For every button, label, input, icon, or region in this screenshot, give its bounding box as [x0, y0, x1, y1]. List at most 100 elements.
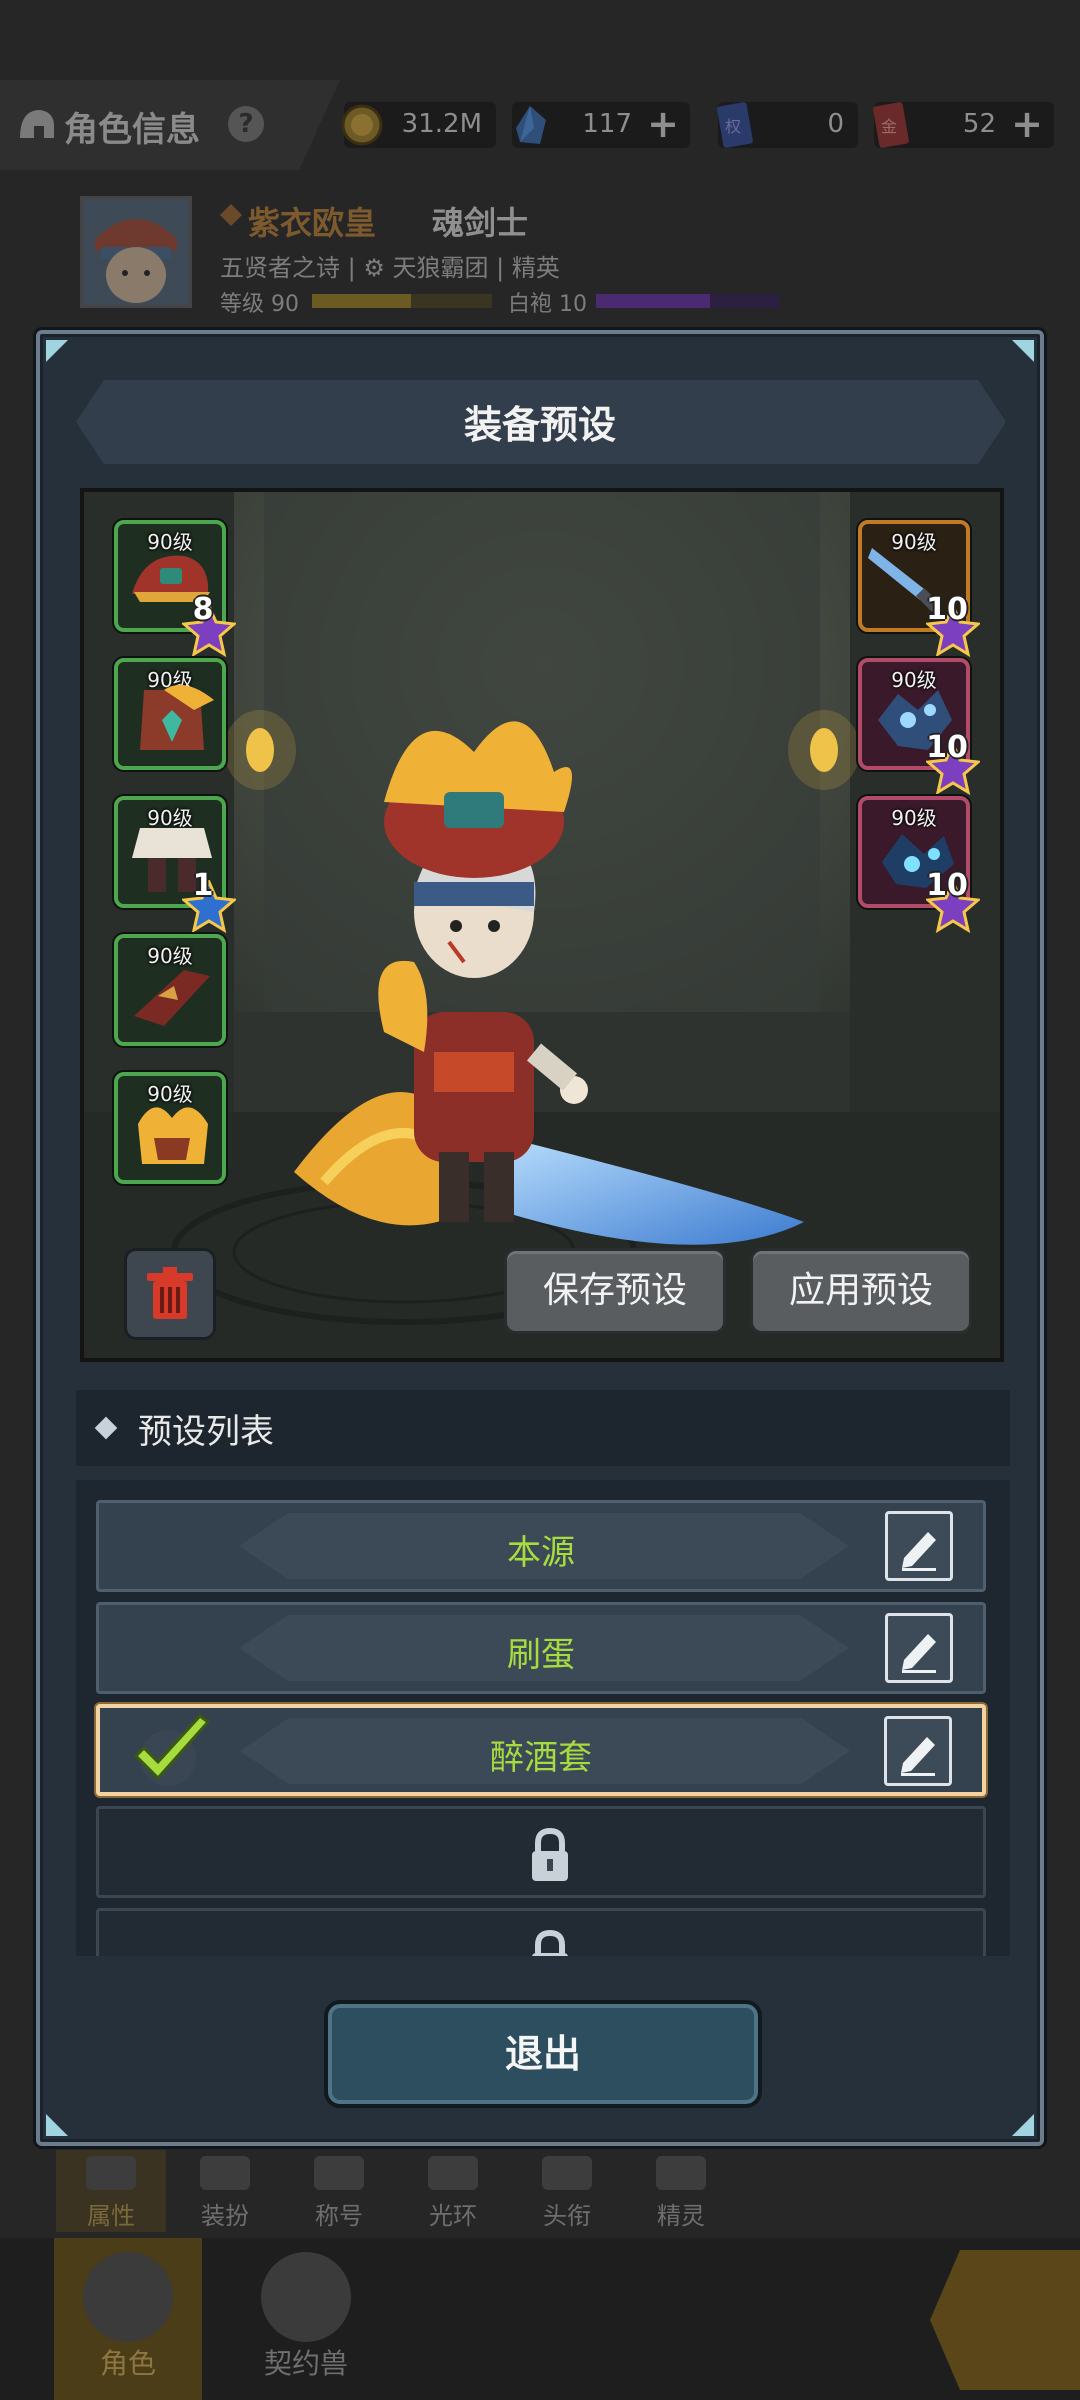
resource-ticket-red: 金 52 +	[873, 102, 1054, 148]
edit-preset-button[interactable]	[884, 1716, 952, 1786]
character-name: 紫衣欧皇	[248, 204, 377, 242]
wings-icon	[542, 2156, 592, 2190]
enhance-badge: 10	[920, 724, 980, 796]
lock-icon	[532, 1827, 568, 1881]
preset-row-locked[interactable]	[96, 1908, 986, 1956]
preset-row-locked[interactable]	[96, 1806, 986, 1898]
rank-bar	[596, 294, 780, 308]
level-label: 等级 90	[220, 292, 299, 317]
helmet-icon	[20, 110, 54, 138]
equipment-slot-accessory-1[interactable]: 90级 10	[858, 658, 980, 796]
preset-name: 刷蛋	[507, 1635, 575, 1675]
ticket-red-icon: 金	[873, 102, 909, 148]
edit-preset-button[interactable]	[885, 1613, 953, 1683]
boots-icon	[138, 1107, 208, 1164]
hanger-icon	[200, 2156, 250, 2190]
guild-line: 五贤者之诗 | ⚙ 天狼霸团 | 精英	[220, 254, 560, 282]
profile-card: 紫衣欧皇 魂剑士 五贤者之诗 | ⚙ 天狼霸团 | 精英 等级 90 白袍 10	[80, 196, 800, 317]
page-title: 角色信息	[64, 110, 200, 150]
rank-label: 白袍 10	[508, 292, 587, 317]
resource-crystal: 117 +	[512, 102, 690, 148]
enhance-badge: 10	[920, 862, 980, 934]
enhance-badge: 10	[920, 586, 980, 658]
edit-preset-button[interactable]	[885, 1511, 953, 1581]
character-icon	[83, 2252, 173, 2342]
resource-value: 52	[962, 109, 996, 139]
gauntlet-icon	[134, 970, 210, 1026]
resource-value: 0	[827, 109, 844, 139]
rank-crest-icon	[220, 204, 242, 226]
equipment-preset-dialog: 装备预设 90级 8 90级 90级 1 90级 90级 90级 10 90级 …	[36, 330, 1044, 2146]
svg-text:金: 金	[881, 117, 897, 136]
enhance-badge: 8	[176, 586, 236, 658]
equipment-slot-legs[interactable]: 90级 1	[114, 796, 236, 934]
frame-corner	[1012, 340, 1034, 362]
equipment-slot-armor[interactable]: 90级	[114, 658, 226, 770]
bottom-nav: 角色 契约兽	[0, 2238, 1080, 2400]
bottom-tabs: 属性 装扮 称号 光环 头衔 精灵	[50, 2150, 770, 2232]
delete-preset-button[interactable]	[124, 1248, 216, 1340]
pencil-icon	[902, 1634, 936, 1673]
add-crystal-button[interactable]: +	[644, 105, 682, 144]
spirit-icon	[656, 2156, 706, 2190]
help-icon[interactable]: ?	[228, 106, 264, 142]
ticket-blue-icon: 权	[717, 102, 753, 148]
exit-button[interactable]: 退出	[324, 2000, 762, 2108]
top-bar: 角色信息 ? 31.2M 117 + 权 0 金 52 +	[0, 80, 1080, 170]
pencil-icon	[902, 1532, 936, 1571]
tab-title[interactable]: 称号	[284, 2150, 394, 2232]
character-portrait-icon	[83, 199, 189, 305]
equipment-slot-gauntlet[interactable]: 90级	[114, 934, 226, 1046]
preset-name: 醉酒套	[490, 1738, 592, 1778]
crown-icon	[314, 2156, 364, 2190]
pencil-icon	[901, 1737, 935, 1776]
apply-preset-button[interactable]: 应用预设	[750, 1248, 972, 1334]
preset-list[interactable]: 本源 刷蛋 醉酒套	[76, 1480, 1010, 1956]
tab-aura[interactable]: 光环	[398, 2150, 508, 2232]
attributes-icon	[86, 2156, 136, 2190]
equipment-slot-helmet[interactable]: 90级 8	[114, 520, 236, 658]
nav-character[interactable]: 角色	[54, 2238, 202, 2400]
level-bar-fill	[312, 294, 411, 308]
lock-icon	[532, 1929, 568, 1956]
enhance-badge: 1	[176, 862, 236, 934]
frame-corner	[46, 340, 68, 362]
preset-row[interactable]: 本源	[96, 1500, 986, 1592]
equipment-slot-accessory-2[interactable]: 90级 10	[858, 796, 980, 934]
paw-icon	[261, 2252, 351, 2342]
resource-coin: 31.2M	[341, 102, 496, 148]
crystal-icon	[516, 106, 546, 144]
equipment-slot-boots[interactable]: 90级	[114, 1072, 226, 1184]
svg-text:权: 权	[725, 117, 741, 136]
halo-icon	[428, 2156, 478, 2190]
save-preset-button[interactable]: 保存预设	[504, 1248, 726, 1334]
diamond-icon	[94, 1416, 118, 1440]
character-class: 魂剑士	[432, 204, 529, 242]
tab-rank-title[interactable]: 头衔	[512, 2150, 622, 2232]
nav-contract-beast[interactable]: 契约兽	[232, 2238, 380, 2400]
forward-arrow-button[interactable]	[930, 2250, 1080, 2390]
preset-list-header: 预设列表	[76, 1390, 1010, 1466]
preset-row[interactable]: 刷蛋	[96, 1602, 986, 1694]
preset-name: 本源	[507, 1533, 575, 1573]
trash-icon	[147, 1267, 193, 1319]
coin-icon	[341, 104, 383, 146]
tab-attributes[interactable]: 属性	[56, 2150, 166, 2232]
add-ticket-button[interactable]: +	[1008, 105, 1046, 144]
frame-corner	[1012, 2114, 1034, 2136]
frame-corner	[46, 2114, 68, 2136]
resource-ticket-blue: 权 0	[717, 102, 858, 148]
preset-row-selected[interactable]: 醉酒套	[96, 1704, 986, 1796]
level-bar	[312, 294, 492, 308]
character-preview: 90级 8 90级 90级 1 90级 90级 90级 10 90级 10 90…	[80, 488, 1004, 1362]
tab-outfit[interactable]: 装扮	[170, 2150, 280, 2232]
equipment-slot-weapon[interactable]: 90级 10	[858, 520, 980, 658]
resource-value: 117	[582, 109, 632, 139]
rank-bar-fill	[596, 294, 711, 308]
avatar[interactable]	[80, 196, 192, 308]
tab-spirit[interactable]: 精灵	[626, 2150, 736, 2232]
resource-value: 31.2M	[401, 109, 482, 139]
section-title: 预设列表	[138, 1412, 274, 1452]
title-tab: 角色信息 ?	[0, 80, 340, 170]
armor-icon	[140, 684, 214, 750]
